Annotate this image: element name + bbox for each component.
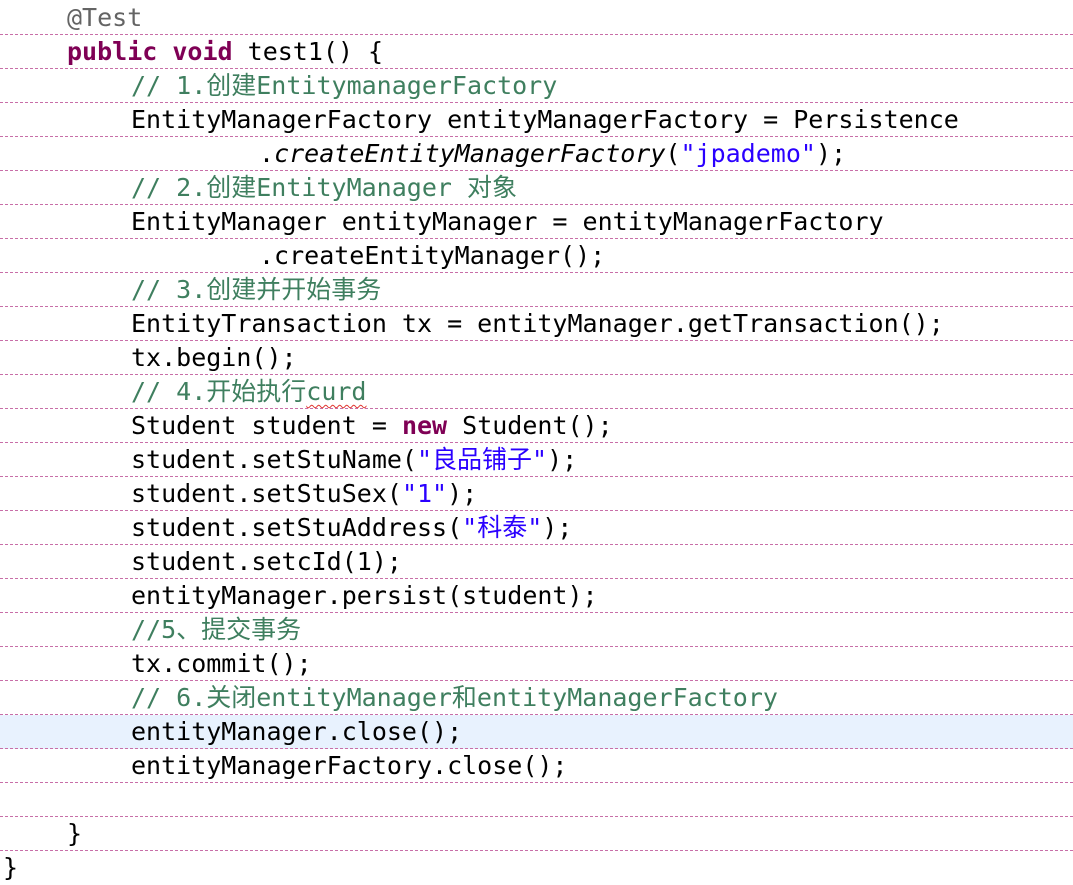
code-token: curd [306, 377, 367, 406]
code-token: @Test [67, 3, 143, 32]
code-line[interactable]: entityManagerFactory.close(); [0, 749, 1073, 783]
code-token: tx.begin(); [131, 343, 297, 372]
code-token: EntityTransaction tx = entityManager.get… [131, 309, 944, 338]
code-line[interactable]: student.setcId(1); [0, 545, 1073, 579]
code-token: student.setStuAddress( [131, 513, 463, 542]
code-token: // 6.关闭entityManager和entityManagerFactor… [131, 683, 778, 712]
code-token: ); [547, 445, 578, 474]
code-line[interactable]: entityManager.persist(student); [0, 579, 1073, 613]
code-token: } [67, 819, 83, 848]
code-line[interactable]: EntityManagerFactory entityManagerFactor… [0, 103, 1073, 137]
code-token: entityManagerFactory.close(); [131, 751, 568, 780]
code-line[interactable]: Student student = new Student(); [0, 409, 1073, 443]
code-line[interactable]: EntityTransaction tx = entityManager.get… [0, 307, 1073, 341]
code-line[interactable]: public void test1() { [0, 35, 1073, 69]
code-token: // 3.创建并开始事务 [131, 275, 382, 304]
code-token: //5、提交事务 [131, 615, 302, 644]
code-token: . [259, 139, 275, 168]
code-token: ); [542, 513, 573, 542]
code-token: // 2.创建EntityManager 对象 [131, 173, 517, 202]
code-line[interactable]: //5、提交事务 [0, 613, 1073, 647]
code-line[interactable]: .createEntityManagerFactory("jpademo"); [0, 137, 1073, 171]
code-line[interactable]: // 4.开始执行curd [0, 375, 1073, 409]
code-line[interactable]: // 2.创建EntityManager 对象 [0, 171, 1073, 205]
code-line[interactable]: EntityManager entityManager = entityMana… [0, 205, 1073, 239]
code-token: void [172, 37, 233, 66]
code-token: } [3, 853, 19, 882]
code-token: "1" [401, 479, 448, 508]
code-line[interactable]: // 6.关闭entityManager和entityManagerFactor… [0, 681, 1073, 715]
code-token: "科泰" [462, 513, 543, 542]
code-token: test1() { [232, 37, 384, 66]
code-line[interactable]: // 3.创建并开始事务 [0, 273, 1073, 307]
code-line[interactable]: student.setStuAddress("科泰"); [0, 511, 1073, 545]
code-line[interactable]: tx.commit(); [0, 647, 1073, 681]
code-token: student.setStuName( [131, 445, 417, 474]
code-token: // 1.创建EntitymanagerFactory [131, 71, 558, 100]
code-line[interactable] [0, 783, 1073, 817]
code-token: student.setcId(1); [131, 547, 402, 576]
code-token: EntityManager entityManager = entityMana… [131, 207, 884, 236]
code-token: "良品铺子" [416, 445, 548, 474]
code-line[interactable]: .createEntityManager(); [0, 239, 1073, 273]
code-editor[interactable]: @Test public void test1() {// 1.创建Entitym… [0, 0, 1073, 883]
code-line[interactable]: } [0, 851, 1073, 885]
code-line[interactable]: tx.begin(); [0, 341, 1073, 375]
code-token: entityManager.close(); [131, 717, 463, 746]
code-token: createEntityManagerFactory [274, 139, 666, 168]
code-token: "jpademo" [680, 139, 816, 168]
code-token: // 4.开始执行 [131, 377, 307, 406]
code-token: Student(); [447, 411, 613, 440]
code-token: EntityManagerFactory entityManagerFactor… [131, 105, 959, 134]
code-token: tx.commit(); [131, 649, 312, 678]
code-line[interactable]: @Test [0, 1, 1073, 35]
code-token: student.setStuSex( [131, 479, 402, 508]
code-token: Student student = [131, 411, 402, 440]
code-line[interactable]: student.setStuName("良品铺子"); [0, 443, 1073, 477]
code-token: ( [665, 139, 681, 168]
code-token: public [67, 37, 158, 66]
code-line[interactable]: student.setStuSex("1"); [0, 477, 1073, 511]
code-line-current[interactable]: entityManager.close(); [0, 715, 1073, 749]
code-token: ); [447, 479, 478, 508]
code-line[interactable]: // 1.创建EntitymanagerFactory [0, 69, 1073, 103]
code-token: ); [815, 139, 847, 168]
code-token: .createEntityManager(); [259, 241, 606, 270]
code-token: new [401, 411, 448, 440]
code-token: entityManager.persist(student); [131, 581, 598, 610]
code-line[interactable]: } [0, 817, 1073, 851]
